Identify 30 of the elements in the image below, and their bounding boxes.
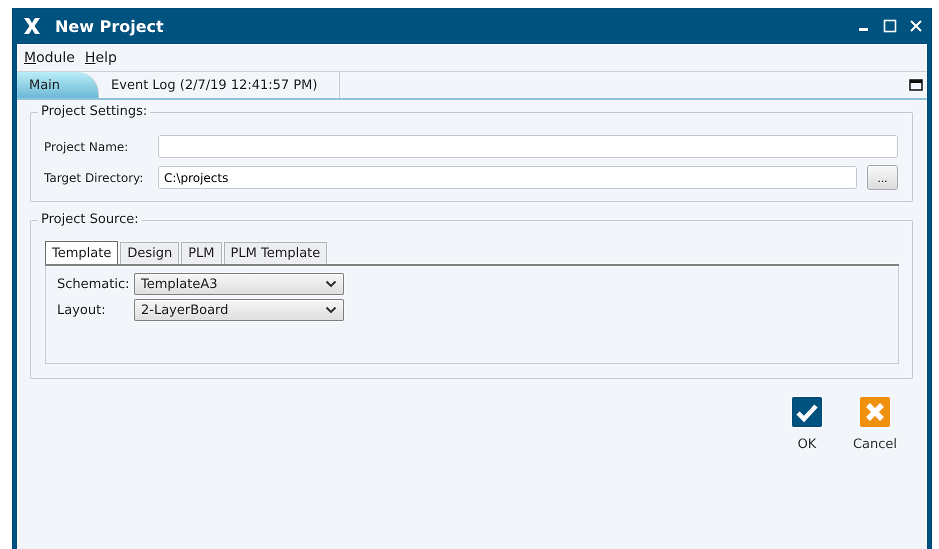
close-icon[interactable] xyxy=(909,19,923,33)
tab[interactable]: Design xyxy=(120,242,180,264)
x-mark-icon xyxy=(860,397,890,427)
field-label: Target Directory: xyxy=(44,170,144,184)
field-label: Project Name: xyxy=(44,140,130,154)
tab[interactable]: Template xyxy=(45,241,118,264)
browse-button[interactable]: ... xyxy=(867,165,898,190)
checkmark-icon xyxy=(792,397,822,427)
menu-item[interactable]: Module xyxy=(24,50,75,66)
text-field[interactable]: C:\projects xyxy=(158,166,857,189)
group-title: Project Source: xyxy=(38,212,142,227)
cancel-button[interactable]: Cancel xyxy=(852,397,897,452)
app-logo-icon xyxy=(23,17,41,35)
ok-button[interactable]: OK xyxy=(786,397,827,452)
tab[interactable]: PLM Template xyxy=(224,242,328,264)
field-label: Schematic: xyxy=(57,276,130,292)
dropdown[interactable]: TemplateA3 xyxy=(134,273,344,295)
dropdown[interactable]: 2-LayerBoard xyxy=(134,299,344,321)
tab[interactable]: Main xyxy=(17,72,100,98)
menu-item[interactable]: Help xyxy=(84,50,117,66)
text-field[interactable] xyxy=(158,135,898,158)
tab[interactable]: Event Log (2/7/19 12:41:57 PM) xyxy=(99,72,340,98)
field-label: Layout: xyxy=(57,302,107,318)
window-title: New Project xyxy=(55,16,164,36)
tab[interactable]: PLM xyxy=(181,242,222,264)
chevron-down-icon xyxy=(325,280,337,288)
window-restore-icon[interactable] xyxy=(909,79,923,91)
group-title: Project Settings: xyxy=(38,104,150,119)
maximize-icon[interactable] xyxy=(883,19,897,33)
chevron-down-icon xyxy=(325,306,337,314)
